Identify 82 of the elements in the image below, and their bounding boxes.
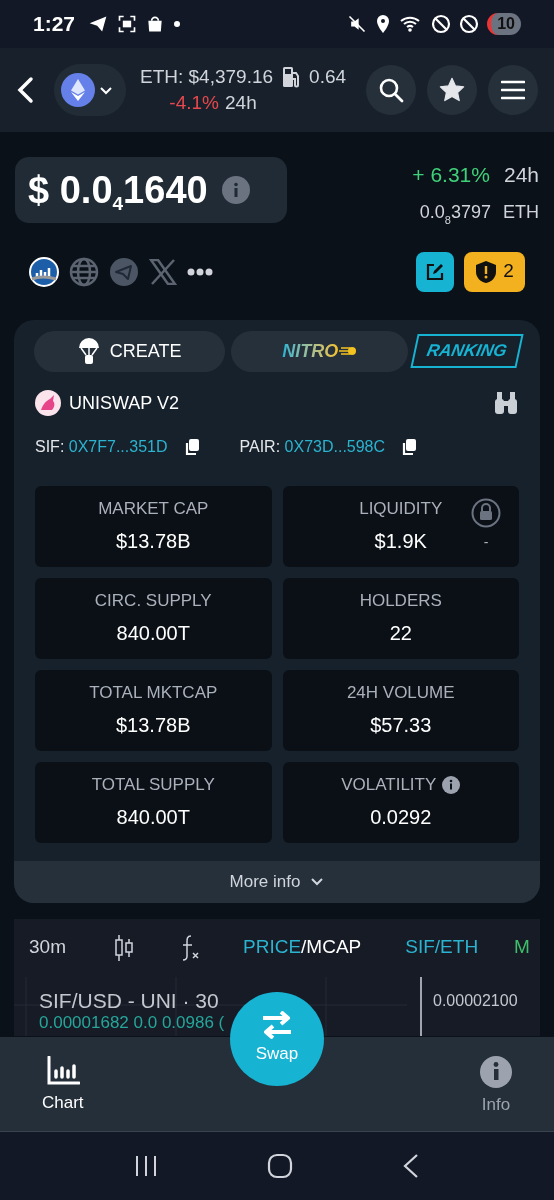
x-icon[interactable]	[149, 258, 177, 285]
lock-icon	[471, 497, 501, 528]
price-change: -4.1%	[169, 91, 219, 115]
chevron-down-icon	[310, 876, 325, 887]
info-icon	[480, 1056, 512, 1088]
info-icon	[221, 176, 250, 204]
binoculars-icon[interactable]	[493, 391, 519, 415]
mute-icon	[347, 14, 368, 34]
copy-icon[interactable]	[401, 437, 418, 456]
create-tab[interactable]: CREATE	[34, 330, 226, 372]
location-icon	[375, 14, 392, 34]
search-icon	[378, 77, 404, 103]
dex-name: UNISWAP V2	[69, 391, 180, 415]
stat-value: $13.78B	[116, 713, 191, 739]
search-button[interactable]	[366, 65, 416, 115]
ethereum-icon	[61, 73, 95, 107]
interval-button[interactable]: 30m	[29, 933, 113, 962]
stat-value: $57.33	[370, 713, 432, 739]
favorite-button[interactable]	[427, 65, 477, 115]
recent-apps-icon[interactable]	[134, 1154, 159, 1178]
currency-label: ETH	[503, 200, 539, 224]
star-icon	[438, 76, 466, 104]
gas-price: 0.64	[309, 65, 347, 89]
blocked-icon	[459, 14, 480, 34]
chart-tab[interactable]: Chart	[42, 1056, 84, 1116]
caret-icon	[99, 85, 113, 95]
back-icon[interactable]	[401, 1153, 420, 1179]
stat-value: $1.9K	[374, 529, 427, 555]
more-icon[interactable]	[187, 267, 213, 276]
period-label: 24h	[503, 162, 539, 188]
price-mcap-toggle[interactable]: PRICE/MCAP	[243, 933, 362, 962]
stat-label: LIQUIDITY	[359, 497, 443, 520]
contract-address: SIF: 0X7F7...351D	[35, 436, 168, 457]
shield-alert-icon	[475, 259, 498, 284]
home-icon[interactable]	[267, 1153, 293, 1179]
period-label: 24h	[225, 91, 257, 115]
stat-label: HOLDERS	[359, 589, 442, 612]
price-axis-label: 0.00002100	[433, 990, 518, 1011]
parachute-icon	[77, 337, 100, 365]
ranking-tab[interactable]: RANKING	[410, 334, 524, 368]
copy-icon[interactable]	[183, 437, 200, 456]
edit-icon	[425, 261, 445, 282]
info-tab[interactable]: Info	[480, 1056, 512, 1118]
globe-icon[interactable]	[69, 256, 99, 287]
toolbar-tab[interactable]: M	[514, 933, 530, 962]
swap-arrows-icon	[261, 1011, 293, 1040]
menu-icon	[501, 80, 525, 100]
info-icon[interactable]	[442, 775, 461, 794]
lock-status: -	[483, 532, 489, 552]
network-selector[interactable]	[54, 64, 126, 116]
stat-label: MARKET CAP	[98, 497, 209, 520]
eth-price: ETH: $4,379.16	[140, 65, 274, 89]
chart-title: SIF/USD - UNI · 30	[39, 987, 219, 1014]
price-change: + 6.31%	[412, 162, 490, 188]
blocked-icon	[431, 14, 452, 34]
stat-label: TOTAL MKTCAP	[89, 681, 218, 704]
screenshot-icon	[117, 14, 138, 34]
pair-toggle[interactable]: SIF/ETH	[405, 933, 479, 962]
menu-button[interactable]	[488, 65, 538, 115]
warning-button[interactable]: 2	[464, 251, 525, 292]
edit-button[interactable]	[416, 251, 454, 292]
stat-label: VOLATILITY	[341, 773, 437, 796]
more-info-button[interactable]: More info	[14, 860, 540, 903]
dot-icon	[173, 20, 182, 28]
stat-value: 840.00T	[116, 621, 190, 647]
stat-label: TOTAL SUPPLY	[91, 773, 215, 796]
candlestick-icon[interactable]	[113, 933, 135, 962]
chart-logo-icon[interactable]	[29, 256, 59, 287]
stat-value: $13.78B	[116, 529, 191, 555]
stat-value: 840.00T	[116, 805, 190, 831]
contract-address: PAIR: 0X73D...598C	[239, 436, 386, 457]
stat-value: 22	[389, 621, 412, 647]
ohlc-values: 0.00001682 0.0 0.0986 (	[39, 1012, 225, 1033]
bar-chart-icon	[45, 1056, 80, 1086]
stat-label: 24H VOLUME	[346, 681, 455, 704]
stat-label: CIRC. SUPPLY	[94, 589, 212, 612]
battery-indicator: 10	[487, 13, 521, 35]
fuel-pump-icon	[281, 65, 302, 89]
stat-value: 0.0292	[370, 805, 432, 831]
nitro-tab[interactable]: NITRO	[231, 330, 409, 372]
clock-time: 1:27	[33, 11, 76, 38]
telegram-icon[interactable]	[109, 256, 139, 287]
